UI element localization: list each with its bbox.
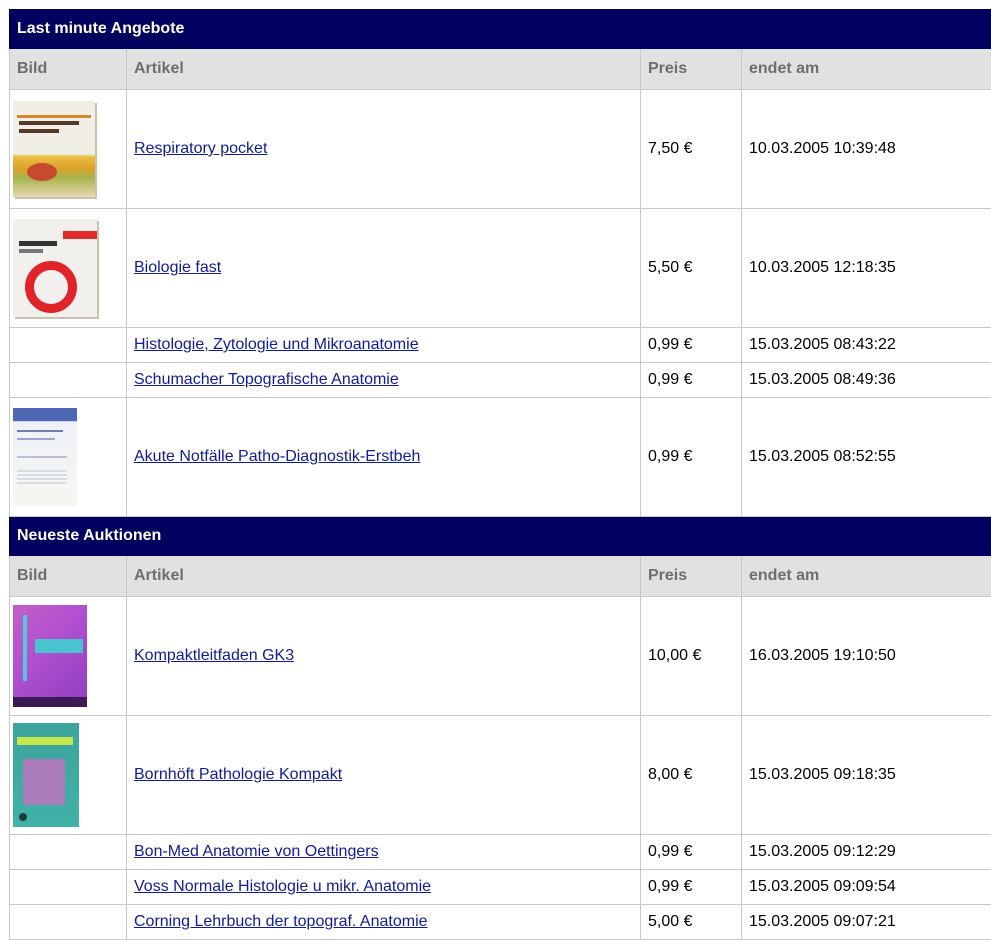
article-cell: Respiratory pocket bbox=[127, 90, 641, 209]
column-header-image: Bild bbox=[10, 556, 127, 597]
article-link[interactable]: Histologie, Zytologie und Mikroanatomie bbox=[134, 336, 419, 353]
article-cell: Histologie, Zytologie und Mikroanatomie bbox=[127, 328, 641, 363]
price-cell: 0,99 € bbox=[641, 398, 742, 517]
article-cell: Voss Normale Histologie u mikr. Anatomie bbox=[127, 870, 641, 905]
image-cell bbox=[10, 328, 127, 363]
article-cell: Schumacher Topografische Anatomie bbox=[127, 363, 641, 398]
price-cell: 0,99 € bbox=[641, 870, 742, 905]
section-header-last-minute: Last minute Angebote bbox=[10, 10, 991, 49]
column-header-ends: endet am bbox=[742, 556, 991, 597]
end-date-cell: 15.03.2005 08:43:22 bbox=[742, 328, 991, 363]
book-cover-image[interactable] bbox=[13, 408, 77, 506]
article-cell: Corning Lehrbuch der topograf. Anatomie bbox=[127, 905, 641, 940]
book-cover-image[interactable] bbox=[13, 219, 97, 317]
article-link[interactable]: Bon-Med Anatomie von Oettingers bbox=[134, 843, 379, 860]
image-cell bbox=[10, 363, 127, 398]
column-header-row: Bild Artikel Preis endet am bbox=[10, 49, 991, 90]
end-date-cell: 15.03.2005 08:52:55 bbox=[742, 398, 991, 517]
image-cell bbox=[10, 905, 127, 940]
image-cell bbox=[10, 835, 127, 870]
price-cell: 5,50 € bbox=[641, 209, 742, 328]
article-cell: Akute Notfälle Patho-Diagnostik-Erstbeh bbox=[127, 398, 641, 517]
image-cell bbox=[10, 716, 127, 835]
table-row: Bon-Med Anatomie von Oettingers 0,99 € 1… bbox=[10, 835, 991, 870]
price-cell: 0,99 € bbox=[641, 328, 742, 363]
article-link[interactable]: Schumacher Topografische Anatomie bbox=[134, 371, 399, 388]
image-cell bbox=[10, 209, 127, 328]
book-cover-image[interactable] bbox=[13, 723, 79, 827]
end-date-cell: 15.03.2005 09:18:35 bbox=[742, 716, 991, 835]
table-row: Voss Normale Histologie u mikr. Anatomie… bbox=[10, 870, 991, 905]
table-row: Biologie fast 5,50 € 10.03.2005 12:18:35 bbox=[10, 209, 991, 328]
article-link[interactable]: Bornhöft Pathologie Kompakt bbox=[134, 766, 342, 783]
auction-table: Last minute Angebote Bild Artikel Preis … bbox=[9, 9, 991, 940]
auction-listing: Last minute Angebote Bild Artikel Preis … bbox=[9, 9, 991, 940]
end-date-cell: 15.03.2005 09:07:21 bbox=[742, 905, 991, 940]
price-cell: 7,50 € bbox=[641, 90, 742, 209]
price-cell: 0,99 € bbox=[641, 363, 742, 398]
end-date-cell: 10.03.2005 10:39:48 bbox=[742, 90, 991, 209]
price-cell: 8,00 € bbox=[641, 716, 742, 835]
table-row: Respiratory pocket 7,50 € 10.03.2005 10:… bbox=[10, 90, 991, 209]
article-link[interactable]: Corning Lehrbuch der topograf. Anatomie bbox=[134, 913, 428, 930]
price-cell: 0,99 € bbox=[641, 835, 742, 870]
article-link[interactable]: Biologie fast bbox=[134, 259, 221, 276]
book-cover-image[interactable] bbox=[13, 101, 95, 197]
table-row: Histologie, Zytologie und Mikroanatomie … bbox=[10, 328, 991, 363]
article-cell: Bon-Med Anatomie von Oettingers bbox=[127, 835, 641, 870]
book-cover-image[interactable] bbox=[13, 605, 87, 707]
image-cell bbox=[10, 398, 127, 517]
article-cell: Biologie fast bbox=[127, 209, 641, 328]
article-cell: Bornhöft Pathologie Kompakt bbox=[127, 716, 641, 835]
price-cell: 10,00 € bbox=[641, 597, 742, 716]
image-cell bbox=[10, 90, 127, 209]
image-cell bbox=[10, 597, 127, 716]
end-date-cell: 15.03.2005 09:09:54 bbox=[742, 870, 991, 905]
end-date-cell: 16.03.2005 19:10:50 bbox=[742, 597, 991, 716]
column-header-ends: endet am bbox=[742, 49, 991, 90]
table-row: Bornhöft Pathologie Kompakt 8,00 € 15.03… bbox=[10, 716, 991, 835]
section-header-newest-auctions: Neueste Auktionen bbox=[10, 517, 991, 556]
price-cell: 5,00 € bbox=[641, 905, 742, 940]
table-row: Corning Lehrbuch der topograf. Anatomie … bbox=[10, 905, 991, 940]
column-header-image: Bild bbox=[10, 49, 127, 90]
article-link[interactable]: Respiratory pocket bbox=[134, 140, 267, 157]
article-link[interactable]: Voss Normale Histologie u mikr. Anatomie bbox=[134, 878, 431, 895]
table-row: Akute Notfälle Patho-Diagnostik-Erstbeh … bbox=[10, 398, 991, 517]
end-date-cell: 15.03.2005 08:49:36 bbox=[742, 363, 991, 398]
image-cell bbox=[10, 870, 127, 905]
end-date-cell: 10.03.2005 12:18:35 bbox=[742, 209, 991, 328]
column-header-price: Preis bbox=[641, 556, 742, 597]
column-header-row: Bild Artikel Preis endet am bbox=[10, 556, 991, 597]
article-cell: Kompaktleitfaden GK3 bbox=[127, 597, 641, 716]
section-title: Neueste Auktionen bbox=[10, 517, 991, 556]
table-row: Kompaktleitfaden GK3 10,00 € 16.03.2005 … bbox=[10, 597, 991, 716]
column-header-article: Artikel bbox=[127, 49, 641, 90]
column-header-price: Preis bbox=[641, 49, 742, 90]
column-header-article: Artikel bbox=[127, 556, 641, 597]
end-date-cell: 15.03.2005 09:12:29 bbox=[742, 835, 991, 870]
section-title: Last minute Angebote bbox=[10, 10, 991, 49]
table-row: Schumacher Topografische Anatomie 0,99 €… bbox=[10, 363, 991, 398]
article-link[interactable]: Kompaktleitfaden GK3 bbox=[134, 647, 294, 664]
article-link[interactable]: Akute Notfälle Patho-Diagnostik-Erstbeh bbox=[134, 448, 420, 465]
